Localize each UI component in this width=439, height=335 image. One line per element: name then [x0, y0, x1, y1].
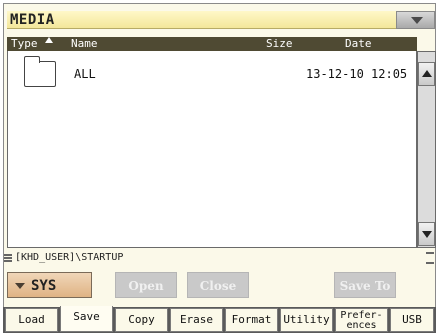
save-to-button[interactable]: Save To: [334, 272, 396, 298]
column-size[interactable]: Size: [266, 37, 293, 51]
tab-format[interactable]: Format: [225, 308, 278, 332]
tab-erase[interactable]: Erase: [170, 308, 223, 332]
path-icon: [4, 254, 12, 262]
page-title: MEDIA: [10, 12, 55, 28]
device-select-button[interactable]: SYS: [7, 272, 92, 298]
tab-load[interactable]: Load: [5, 308, 58, 332]
device-label: SYS: [31, 278, 57, 294]
file-name: ALL: [74, 67, 96, 81]
list-item[interactable]: ALL 13-12-10 12:05: [8, 56, 416, 91]
file-date: 13-12-10 12:05: [306, 67, 408, 81]
scroll-up-button[interactable]: [418, 62, 435, 86]
tab-usb[interactable]: USB: [390, 308, 434, 332]
current-path: [KHD_USER]\STARTUP: [15, 252, 124, 263]
column-type[interactable]: Type: [11, 37, 38, 51]
column-name[interactable]: Name: [71, 37, 98, 51]
column-date[interactable]: Date: [345, 37, 372, 51]
close-button[interactable]: Close: [187, 272, 249, 298]
title-bar: MEDIA: [7, 11, 396, 29]
tab-utility[interactable]: Utility: [280, 308, 333, 332]
arrow-down-icon: [422, 231, 432, 238]
file-list: ALL 13-12-10 12:05: [7, 51, 417, 248]
scroll-down-button[interactable]: [418, 222, 435, 246]
chevron-down-icon: [411, 17, 423, 24]
column-header: Type Name Size Date: [7, 37, 417, 51]
sort-ascending-icon: [45, 37, 53, 43]
open-button[interactable]: Open: [115, 272, 177, 298]
path-bar: [KHD_USER]\STARTUP: [4, 252, 436, 264]
folder-icon: [24, 56, 56, 87]
grip-icon: [426, 252, 434, 264]
scrollbar[interactable]: [417, 51, 436, 248]
tab-preferences[interactable]: Prefer- ences: [335, 308, 388, 332]
tab-copy[interactable]: Copy: [115, 308, 168, 332]
arrow-up-icon: [422, 70, 432, 77]
chevron-down-icon: [15, 283, 25, 289]
tab-save[interactable]: Save: [60, 306, 113, 332]
page-menu-button[interactable]: [396, 11, 435, 29]
